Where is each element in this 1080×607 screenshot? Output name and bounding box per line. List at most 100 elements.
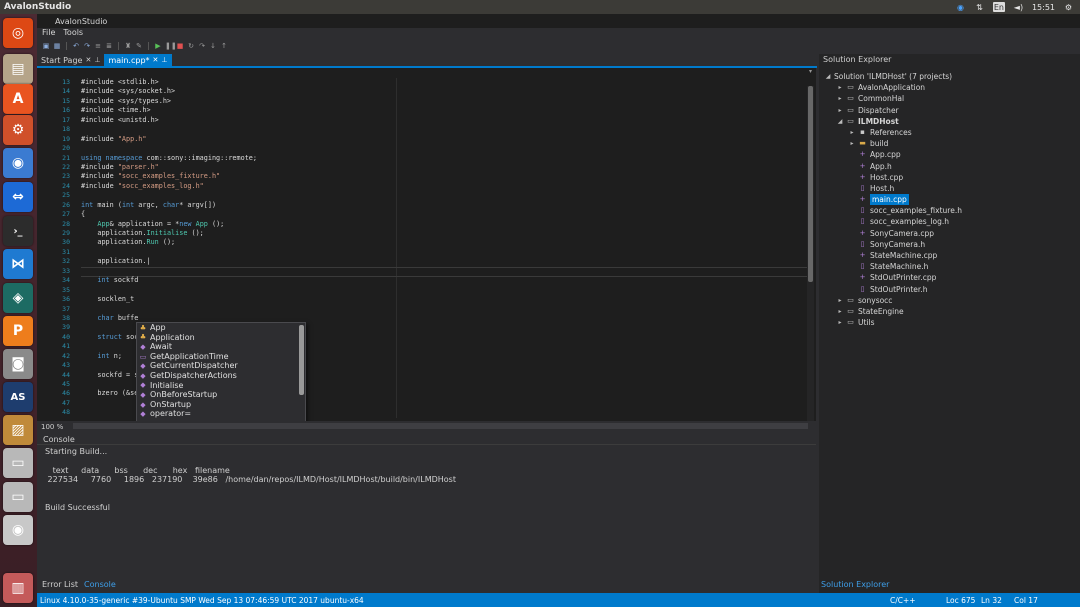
tree-item[interactable]: + App.h — [819, 161, 1080, 172]
clock[interactable]: 15:51 — [1032, 3, 1055, 12]
console-output[interactable]: Starting Build... text data bss dec hex … — [37, 445, 816, 514]
chevron-right-icon[interactable]: ▸ — [837, 295, 843, 306]
avalonstudio-icon[interactable]: AS — [3, 382, 33, 412]
code-line[interactable]: socklen_t — [81, 295, 801, 304]
code-line[interactable]: using namespace com::sony::imaging::remo… — [81, 154, 801, 163]
stop-icon[interactable]: ■ — [176, 42, 184, 50]
code-line[interactable]: int main (int argc, char* argv[]) — [81, 201, 801, 210]
code-line[interactable]: application.Run (); — [81, 238, 801, 247]
code-line[interactable] — [81, 248, 801, 257]
uncomment-icon[interactable]: ≣ — [105, 42, 113, 50]
save-icon[interactable]: ▣ — [42, 42, 50, 50]
pin-icon[interactable]: ⊥ — [94, 56, 100, 64]
software-center-icon[interactable]: A — [3, 84, 33, 114]
tree-item[interactable]: + StateMachine.cpp — [819, 250, 1080, 261]
code-line[interactable]: int sockfd — [81, 276, 801, 285]
volume-icon[interactable]: ◄) — [1013, 2, 1024, 12]
undo-icon[interactable]: ↶ — [72, 42, 80, 50]
files-icon[interactable]: ▤ — [3, 54, 33, 84]
tree-item[interactable]: + Host.cpp — [819, 172, 1080, 183]
tree-item[interactable]: + StdOutPrinter.cpp — [819, 272, 1080, 283]
pin-icon[interactable]: ⊥ — [161, 56, 167, 64]
tree-item[interactable]: ▯ socc_examples_log.h — [819, 216, 1080, 227]
network-icon[interactable]: ⇅ — [974, 2, 985, 12]
dvd-icon[interactable]: ◉ — [3, 515, 33, 545]
chevron-right-icon[interactable]: ▸ — [837, 82, 843, 93]
completion-item[interactable]: ◆ GetDispatcherActions — [137, 371, 305, 381]
tree-item[interactable]: ▯ StdOutPrinter.h — [819, 284, 1080, 295]
completion-item[interactable]: ◆ Await — [137, 342, 305, 352]
tree-item[interactable]: ◢ Solution 'ILMDHost' (7 projects) — [819, 71, 1080, 82]
code-line[interactable]: { — [81, 210, 801, 219]
code-line[interactable]: #include <unistd.h> — [81, 116, 801, 125]
tree-item[interactable]: ◢ ▭ ILMDHost — [819, 116, 1080, 127]
tree-item[interactable]: ▸ ▭ StateEngine — [819, 306, 1080, 317]
close-icon[interactable]: ✕ — [153, 56, 159, 64]
pause-icon[interactable]: ❚❚ — [165, 42, 177, 50]
code-line[interactable] — [81, 305, 801, 314]
power-gear-icon[interactable]: ⚙ — [1063, 2, 1074, 12]
completion-scrollbar[interactable] — [299, 325, 304, 395]
drive-2-icon[interactable]: ▭ — [3, 482, 33, 512]
clean-icon[interactable]: ✎ — [135, 42, 143, 50]
status-language[interactable]: C/C++ — [890, 596, 916, 605]
tab-error-list[interactable]: Error List — [40, 580, 80, 591]
vertical-scrollbar[interactable] — [807, 86, 814, 421]
comment-icon[interactable]: ≡ — [94, 42, 102, 50]
chevron-right-icon[interactable]: ▸ — [837, 317, 843, 328]
completion-item[interactable]: ♣ Application — [137, 333, 305, 343]
tree-item[interactable]: ▯ Host.h — [819, 183, 1080, 194]
code-line[interactable] — [81, 144, 801, 153]
menu-file[interactable]: File — [42, 28, 55, 39]
chrome-tray-icon[interactable]: ◉ — [955, 2, 966, 12]
completion-item[interactable]: ◆ Initialise — [137, 381, 305, 391]
drive-icon[interactable]: ▭ — [3, 448, 33, 478]
code-line[interactable] — [81, 267, 801, 276]
code-line[interactable]: application.| — [81, 257, 801, 266]
ubuntu-logo-icon[interactable]: ◎ — [3, 18, 33, 48]
code-line[interactable]: App& application = *new App (); — [81, 220, 801, 229]
chevron-down-icon[interactable]: ◢ — [837, 116, 843, 127]
tab-start-page[interactable]: Start Page ✕ ⊥ — [37, 54, 104, 66]
step-out-icon[interactable]: ↑ — [220, 42, 228, 50]
close-icon[interactable]: ✕ — [85, 56, 91, 64]
code-line[interactable]: application.Initialise (); — [81, 229, 801, 238]
image-viewer-icon[interactable]: ▨ — [3, 415, 33, 445]
step-over-icon[interactable]: ↷ — [198, 42, 206, 50]
tree-item[interactable]: ▸ ▬ build — [819, 138, 1080, 149]
tree-item[interactable]: ▸ ▭ AvalonApplication — [819, 82, 1080, 93]
menu-tools[interactable]: Tools — [63, 28, 83, 39]
code-editor[interactable]: ▾ 13 14 15 16 17 18 19 20 21 22 23 24 25 26 27 28 29 30 31… — [37, 68, 816, 421]
tree-item[interactable]: ▸ ▭ sonysocc — [819, 295, 1080, 306]
code-line[interactable]: #include "socc_examples_log.h" — [81, 182, 801, 191]
p-app-icon[interactable]: P — [3, 316, 33, 346]
chromium-icon[interactable]: ◉ — [3, 148, 33, 178]
code-line[interactable]: #include <sys/types.h> — [81, 97, 801, 106]
tree-item[interactable]: ▯ StateMachine.h — [819, 261, 1080, 272]
tree-item[interactable]: + main.cpp — [819, 194, 1080, 206]
code-line[interactable]: #include <sys/socket.h> — [81, 87, 801, 96]
tree-item[interactable]: ▯ SonyCamera.h — [819, 239, 1080, 250]
code-line[interactable]: #include "socc_examples_fixture.h" — [81, 172, 801, 181]
keyboard-language-indicator[interactable]: En — [992, 2, 1005, 12]
tree-item[interactable]: ▸ ▭ Dispatcher — [819, 105, 1080, 116]
chevron-down-icon[interactable]: ▾ — [809, 68, 816, 76]
code-line[interactable] — [81, 286, 801, 295]
tab-solution-explorer[interactable]: Solution Explorer — [819, 580, 889, 591]
code-line[interactable]: #include "parser.h" — [81, 163, 801, 172]
chevron-down-icon[interactable]: ◢ — [825, 71, 831, 82]
code-line[interactable] — [81, 191, 801, 200]
scrollbar-thumb[interactable] — [808, 86, 813, 282]
code-line[interactable] — [81, 125, 801, 134]
trash-icon[interactable]: ▥ — [3, 573, 33, 603]
tree-item[interactable]: ▸ ▭ Utils — [819, 317, 1080, 328]
save-all-icon[interactable]: ▦ — [53, 42, 61, 50]
gitkraken-icon[interactable]: ◈ — [3, 283, 33, 313]
chevron-right-icon[interactable]: ▸ — [849, 138, 855, 149]
tree-item[interactable]: ▯ socc_examples_fixture.h — [819, 205, 1080, 216]
tree-item[interactable]: + App.cpp — [819, 149, 1080, 160]
restart-icon[interactable]: ↻ — [187, 42, 195, 50]
chevron-right-icon[interactable]: ▸ — [837, 93, 843, 104]
terminal-icon[interactable]: ›_ — [3, 216, 33, 246]
redo-icon[interactable]: ↷ — [83, 42, 91, 50]
